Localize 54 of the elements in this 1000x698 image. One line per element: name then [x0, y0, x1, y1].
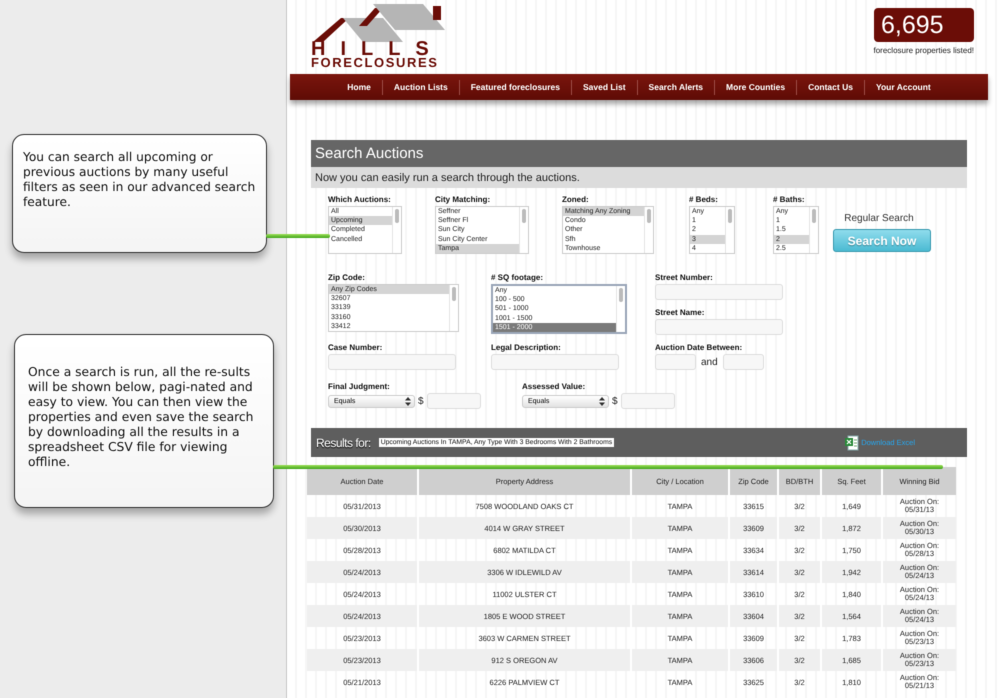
field-label: Zip Code: — [328, 273, 366, 282]
field-label: City Matching: — [435, 195, 492, 204]
field-label: Street Number: — [655, 273, 714, 282]
field-label: # Baths: — [773, 195, 806, 204]
input-field[interactable] — [655, 284, 783, 300]
callout-text: You can search all upcoming or previous auctions by many useful filters as seen in our advanced search feature. — [23, 150, 256, 210]
field-label: Zoned: — [562, 195, 590, 204]
scroll-thumb[interactable] — [619, 288, 623, 302]
nav-link[interactable]: Home — [336, 82, 382, 92]
connector-line — [266, 234, 330, 238]
search-mode-label: Regular Search — [844, 213, 914, 224]
currency-sign: $ — [612, 396, 618, 406]
results-label: Results for: — [316, 436, 371, 450]
field-label: Street Name: — [655, 308, 706, 317]
scroll-thumb[interactable] — [812, 209, 816, 223]
input-field[interactable] — [328, 354, 456, 370]
logo-text: FORECLOSURES — [311, 56, 440, 69]
logo-text: HILLS — [311, 42, 445, 56]
updown-icon — [405, 396, 411, 406]
field-label: Which Auctions: — [328, 195, 392, 204]
input-field[interactable] — [655, 354, 696, 370]
scroll-thumb[interactable] — [522, 209, 526, 223]
spreadsheet-icon — [845, 434, 860, 450]
input-field[interactable] — [491, 354, 619, 370]
section-subtitle: Now you can easily run a search through the auctions. — [311, 167, 967, 188]
joiner-text: and — [701, 356, 718, 368]
field-label: # SQ footage: — [491, 273, 544, 282]
updown-icon — [599, 396, 605, 406]
scroll-thumb[interactable] — [395, 209, 399, 223]
input-field[interactable] — [426, 393, 481, 409]
field-label: Assessed Value: — [522, 382, 586, 391]
scroll-thumb[interactable] — [452, 287, 456, 301]
nav-link[interactable]: Search Alerts — [638, 82, 714, 92]
nav-link[interactable]: More Counties — [715, 82, 796, 92]
scroll-thumb[interactable] — [728, 209, 732, 223]
field-label: Legal Description: — [491, 343, 562, 352]
property-count: 6,695 — [874, 8, 974, 42]
nav-link[interactable]: Auction Lists — [382, 82, 459, 92]
currency-sign: $ — [418, 396, 424, 406]
callout-text: Once a search is run, all the re-sults will be shown below, pagi-nated and easy to view. You can then view the properties and even save the search by downloading all the results in a spreadsheet CSV file for viewing offline. — [28, 365, 254, 470]
field-label: Auction Date Between: — [655, 343, 744, 352]
nav-link[interactable]: Your Account — [864, 82, 942, 92]
scroll-thumb[interactable] — [647, 209, 651, 223]
nav-link[interactable]: Contact Us — [797, 82, 864, 92]
section-title: Search Auctions — [311, 140, 967, 167]
count-caption: foreclosure properties listed! — [874, 46, 974, 55]
field-label: Case Number: — [328, 343, 384, 352]
field-label: # Beds: — [689, 195, 719, 204]
nav-link[interactable]: Featured foreclosures — [460, 82, 572, 92]
field-label: Final Judgment: — [328, 382, 391, 391]
input-field[interactable] — [722, 354, 764, 370]
input-field[interactable] — [620, 393, 675, 409]
nav-link[interactable]: Saved List — [572, 82, 637, 92]
input-field[interactable] — [655, 319, 783, 335]
